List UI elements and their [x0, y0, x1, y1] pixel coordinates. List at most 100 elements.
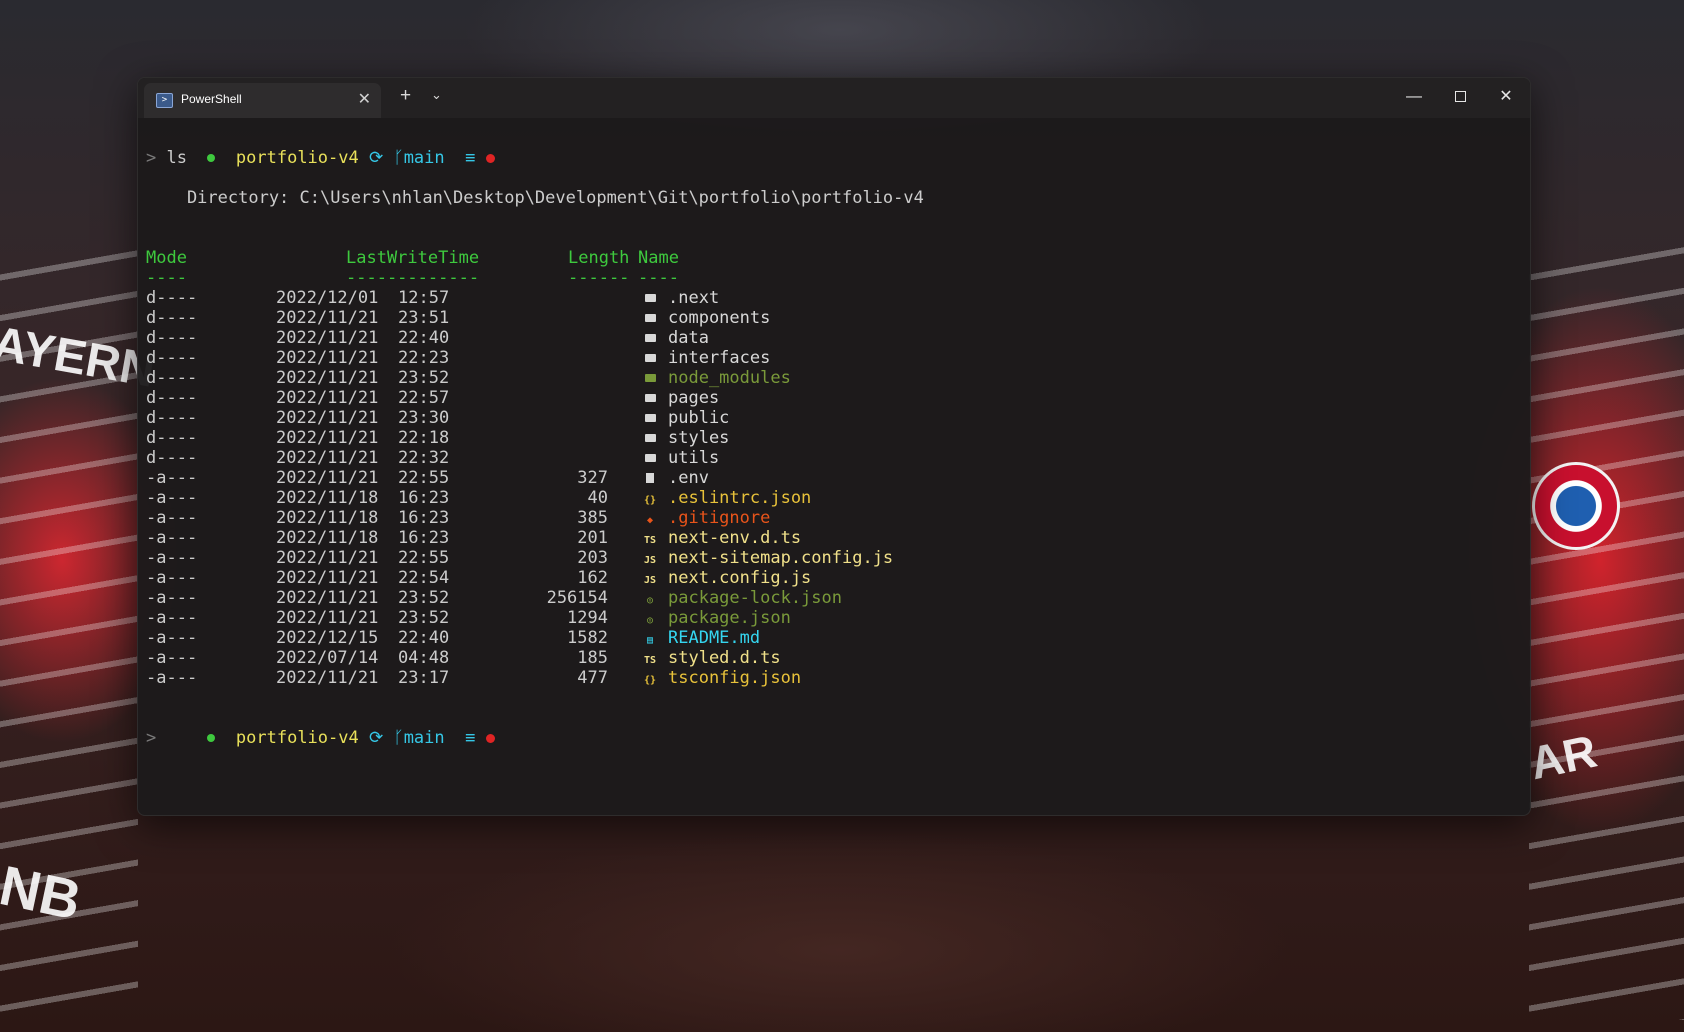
entry-time: 22:32: [398, 448, 450, 468]
entry-name: utils: [668, 448, 720, 468]
terminal-window[interactable]: > PowerShell ✕ + ⌄ — ✕ portfolio-v4 ⟳ ᚴm…: [137, 77, 1531, 816]
header-mode-underline: ----: [146, 268, 187, 288]
entry-time: 04:48: [398, 648, 450, 668]
prompt-caret: >: [146, 148, 157, 168]
entry-name: .eslintrc.json: [668, 488, 812, 508]
entry-mode: -a---: [146, 508, 198, 528]
folder-icon: [643, 288, 657, 308]
entry-name: package-lock.json: [668, 588, 842, 608]
md-file-icon: ▤: [646, 635, 654, 646]
entry-date: 2022/11/21: [276, 548, 379, 568]
entry-time: 22:55: [398, 548, 450, 568]
folder-icon: [643, 368, 657, 388]
git-status: ≡: [465, 728, 476, 748]
ts-file-icon: TS: [644, 655, 657, 666]
branch-icon: ᚴ: [393, 148, 404, 168]
terminal-output[interactable]: portfolio-v4 ⟳ ᚴmain ≡ > ls Directory: C…: [146, 128, 1522, 808]
error-dot-icon: [485, 153, 495, 163]
branch-icon: ᚴ: [393, 728, 404, 748]
entry-time: 22:40: [398, 328, 450, 348]
entry-date: 2022/11/21: [276, 408, 379, 428]
entry-name: data: [668, 328, 709, 348]
entry-time: 22:40: [398, 628, 450, 648]
entry-mode: -a---: [146, 548, 198, 568]
entry-length: [526, 388, 608, 408]
entry-length: [526, 408, 608, 428]
git-icon: ⟳: [368, 148, 384, 168]
file-icon: [643, 468, 657, 488]
entry-length: [526, 448, 608, 468]
folder-icon: [643, 428, 657, 448]
entry-length: [526, 288, 608, 308]
entry-length: [526, 348, 608, 368]
git-icon: ⟳: [368, 728, 384, 748]
minimize-button[interactable]: —: [1391, 84, 1437, 110]
entry-time: 12:57: [398, 288, 450, 308]
entry-date: 2022/11/21: [276, 448, 379, 468]
entry-date: 2022/11/21: [276, 328, 379, 348]
entry-time: 16:23: [398, 508, 450, 528]
npm-file-icon: ◎: [646, 615, 654, 626]
header-lastwritetime: LastWriteTime: [346, 248, 480, 268]
entry-mode: d----: [146, 408, 198, 428]
entry-mode: -a---: [146, 668, 198, 688]
folder-icon: [643, 448, 657, 468]
entry-length: 40: [587, 488, 608, 508]
entry-date: 2022/12/01: [276, 288, 379, 308]
entry-length: 256154: [546, 588, 608, 608]
entry-mode: d----: [146, 388, 198, 408]
tab-powershell[interactable]: > PowerShell ✕: [144, 83, 381, 118]
entry-name: next-env.d.ts: [668, 528, 802, 548]
entry-date: 2022/11/21: [276, 608, 379, 628]
close-window-button[interactable]: ✕: [1483, 84, 1529, 110]
prompt-directory: portfolio-v4: [235, 728, 359, 748]
entry-time: 16:23: [398, 528, 450, 548]
npm-file-icon: ◎: [646, 595, 654, 606]
entry-time: 23:17: [398, 668, 450, 688]
entry-time: 22:57: [398, 388, 450, 408]
entry-time: 23:52: [398, 368, 450, 388]
command-line: > ls: [146, 148, 187, 168]
tab-dropdown-button[interactable]: ⌄: [431, 87, 442, 103]
directory-line: Directory: C:\Users\nhlan\Desktop\Develo…: [146, 188, 924, 208]
entry-name: node_modules: [668, 368, 791, 388]
entry-name: interfaces: [668, 348, 771, 368]
command-text: ls: [166, 148, 187, 168]
title-bar[interactable]: > PowerShell ✕ + ⌄ — ✕: [138, 78, 1530, 118]
header-name: Name: [638, 248, 679, 268]
entry-date: 2022/11/21: [276, 588, 379, 608]
entry-time: 16:23: [398, 488, 450, 508]
new-tab-button[interactable]: +: [400, 85, 411, 107]
entry-length: 1582: [567, 628, 608, 648]
entry-length: [526, 368, 608, 388]
maximize-button[interactable]: [1437, 84, 1483, 110]
entry-length: 385: [577, 508, 608, 528]
entry-date: 2022/11/18: [276, 508, 379, 528]
tab-close-button[interactable]: ✕: [358, 89, 371, 109]
tab-title: PowerShell: [181, 92, 242, 106]
entry-name: package.json: [668, 608, 791, 628]
entry-mode: d----: [146, 308, 198, 328]
entry-mode: d----: [146, 428, 198, 448]
entry-mode: d----: [146, 448, 198, 468]
entry-name: README.md: [668, 628, 761, 648]
entry-name: tsconfig.json: [668, 668, 802, 688]
command-line-2[interactable]: >: [146, 728, 156, 748]
git-file-icon: ◆: [646, 515, 654, 526]
entry-mode: -a---: [146, 648, 198, 668]
entry-date: 2022/11/18: [276, 488, 379, 508]
prompt-line: portfolio-v4 ⟳ ᚴmain ≡: [146, 128, 495, 168]
entry-date: 2022/12/15: [276, 628, 379, 648]
entry-date: 2022/11/21: [276, 568, 379, 588]
ts-file-icon: TS: [644, 535, 657, 546]
entry-date: 2022/11/21: [276, 308, 379, 328]
entry-name: public: [668, 408, 730, 428]
entry-time: 23:30: [398, 408, 450, 428]
entry-date: 2022/11/21: [276, 668, 379, 688]
entry-time: 22:18: [398, 428, 450, 448]
entry-length: 477: [577, 668, 608, 688]
entry-time: 22:54: [398, 568, 450, 588]
folder-icon: [643, 308, 657, 328]
entry-name: styled.d.ts: [668, 648, 781, 668]
entry-name: components: [668, 308, 771, 328]
